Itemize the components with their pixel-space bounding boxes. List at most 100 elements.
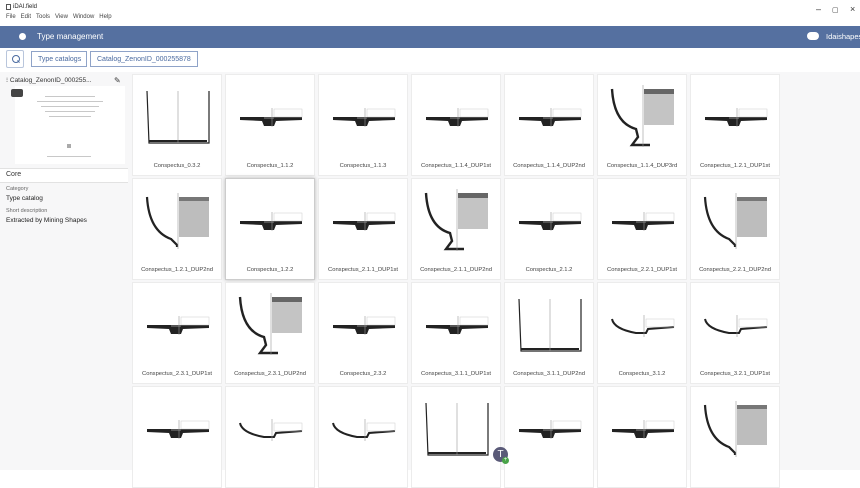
type-card[interactable]: Conspectus_2.1.1_DUP2nd — [411, 178, 501, 280]
menu-tools[interactable]: Tools — [36, 14, 50, 20]
edit-pencil-icon[interactable]: ✎ — [114, 76, 121, 85]
type-drawing — [146, 90, 210, 144]
type-drawing — [426, 316, 489, 335]
type-card[interactable]: Conspectus_2.3.2 — [318, 282, 408, 384]
type-label: Conspectus_2.3.2 — [339, 371, 387, 377]
type-card[interactable]: Conspectus_2.2.1_DUP1st — [597, 178, 687, 280]
description-value: Extracted by Mining Shapes — [6, 217, 87, 224]
type-label: Conspectus_1.2.1_DUP1st — [700, 163, 770, 169]
category-value: Type catalog — [6, 195, 43, 202]
type-label: Conspectus_1.1.2 — [246, 163, 294, 169]
type-card[interactable]: Conspectus_3.2.1_DUP1st — [690, 282, 780, 384]
type-card[interactable]: Conspectus_1.1.4_DUP2nd — [504, 74, 594, 176]
type-grid: Conspectus_0.3.2 Conspectus_1.1.2 Conspect… — [128, 72, 860, 488]
type-label: Conspectus_2.3.1_DUP2nd — [234, 371, 306, 377]
type-drawing — [519, 212, 582, 231]
type-card[interactable] — [318, 386, 408, 488]
app-logo-icon — [6, 4, 11, 10]
section-core: Core — [0, 168, 128, 183]
type-label: Conspectus_3.2.1_DUP1st — [700, 371, 770, 377]
menu-file[interactable]: File — [6, 14, 16, 20]
type-card[interactable]: Conspectus_1.2.1_DUP2nd — [132, 178, 222, 280]
type-drawing — [611, 315, 675, 337]
type-label: Conspectus_3.1.1_DUP2nd — [513, 371, 585, 377]
type-label: Conspectus_2.1.1_DUP2nd — [420, 267, 492, 273]
type-card[interactable]: Conspectus_1.2.1_DUP1st — [690, 74, 780, 176]
type-drawing — [238, 293, 302, 355]
header-bar: Type management Idaishapes — [0, 26, 860, 48]
minimize-button[interactable]: – — [816, 4, 821, 14]
user-name[interactable]: Idaishapes — [826, 32, 860, 41]
search-button[interactable] — [6, 50, 24, 68]
type-card[interactable]: Conspectus_1.2.2 — [225, 178, 315, 280]
type-drawing — [333, 212, 396, 231]
type-label: Conspectus_3.1.2 — [618, 371, 666, 377]
menu-edit[interactable]: Edit — [21, 14, 31, 20]
maximize-button[interactable]: ▢ — [832, 6, 839, 14]
type-drawing — [703, 193, 767, 249]
type-drawing — [704, 315, 768, 337]
type-label: Conspectus_1.1.4_DUP2nd — [513, 163, 585, 169]
type-card[interactable]: Conspectus_1.1.3 — [318, 74, 408, 176]
type-drawing — [518, 298, 582, 352]
status-dot-icon — [19, 33, 26, 40]
type-card[interactable]: Conspectus_1.1.4_DUP1st — [411, 74, 501, 176]
type-label: Conspectus_0.3.2 — [153, 163, 201, 169]
add-icon[interactable]: + — [502, 457, 509, 464]
type-label: Conspectus_2.3.1_DUP1st — [142, 371, 212, 377]
type-label: Conspectus_1.2.2 — [246, 267, 294, 273]
type-card[interactable]: Conspectus_0.3.2 — [132, 74, 222, 176]
type-drawing — [424, 189, 488, 251]
title-bar: iDAI.field File Edit Tools View Window H… — [0, 0, 860, 26]
type-card[interactable] — [132, 386, 222, 488]
type-card[interactable] — [225, 386, 315, 488]
type-label: Conspectus_2.1.1_DUP1st — [328, 267, 398, 273]
catalog-name[interactable]: ⁝ Catalog_ZenonID_000255... — [6, 76, 92, 84]
type-card[interactable] — [690, 386, 780, 488]
type-label: Conspectus_2.2.1_DUP2nd — [699, 267, 771, 273]
type-card[interactable]: Conspectus_3.1.2 — [597, 282, 687, 384]
type-card[interactable]: Conspectus_3.1.1_DUP1st — [411, 282, 501, 384]
type-drawing — [612, 212, 675, 231]
type-drawing — [147, 420, 210, 439]
type-drawing — [705, 108, 768, 127]
type-card[interactable]: Conspectus_2.3.1_DUP1st — [132, 282, 222, 384]
type-card[interactable]: Conspectus_2.1.1_DUP1st — [318, 178, 408, 280]
type-label: Conspectus_1.2.1_DUP2nd — [141, 267, 213, 273]
close-button[interactable]: × — [850, 4, 855, 14]
type-drawing — [333, 316, 396, 335]
type-drawing — [147, 316, 210, 335]
category-label: Category — [6, 186, 29, 192]
type-label: Conspectus_1.1.4_DUP1st — [421, 163, 491, 169]
type-card[interactable]: Conspectus_2.3.1_DUP2nd — [225, 282, 315, 384]
type-card[interactable]: Conspectus_2.1.2 — [504, 178, 594, 280]
page-title: Type management — [37, 32, 104, 41]
type-label: Conspectus_1.1.4_DUP3rd — [606, 163, 678, 169]
type-card[interactable] — [504, 386, 594, 488]
breadcrumb-catalog[interactable]: Catalog_ZenonID_000255878 — [90, 51, 198, 67]
type-card[interactable] — [411, 386, 501, 488]
menu-view[interactable]: View — [55, 14, 68, 20]
menu-window[interactable]: Window — [73, 14, 94, 20]
type-card[interactable]: Conspectus_3.1.1_DUP2nd — [504, 282, 594, 384]
menu-help[interactable]: Help — [99, 14, 111, 20]
type-label: Conspectus_1.1.3 — [339, 163, 387, 169]
type-drawing — [145, 193, 209, 249]
type-drawing — [240, 212, 303, 231]
type-card[interactable]: Conspectus_1.1.4_DUP3rd — [597, 74, 687, 176]
image-badge-icon — [11, 89, 23, 97]
type-drawing — [426, 108, 489, 127]
cloud-sync-icon[interactable] — [807, 32, 819, 40]
breadcrumb-type-catalogs[interactable]: Type catalogs — [31, 51, 87, 67]
type-label: Conspectus_2.2.1_DUP1st — [607, 267, 677, 273]
type-drawing — [239, 419, 303, 441]
app-title: iDAI.field — [13, 4, 38, 10]
type-card[interactable] — [597, 386, 687, 488]
section-core-label: Core — [6, 171, 22, 178]
type-drawing — [240, 108, 303, 127]
type-card[interactable]: Conspectus_1.1.2 — [225, 74, 315, 176]
catalog-preview-image — [15, 86, 125, 164]
type-drawing — [332, 419, 396, 441]
type-drawing — [612, 420, 675, 439]
type-card[interactable]: Conspectus_2.2.1_DUP2nd — [690, 178, 780, 280]
